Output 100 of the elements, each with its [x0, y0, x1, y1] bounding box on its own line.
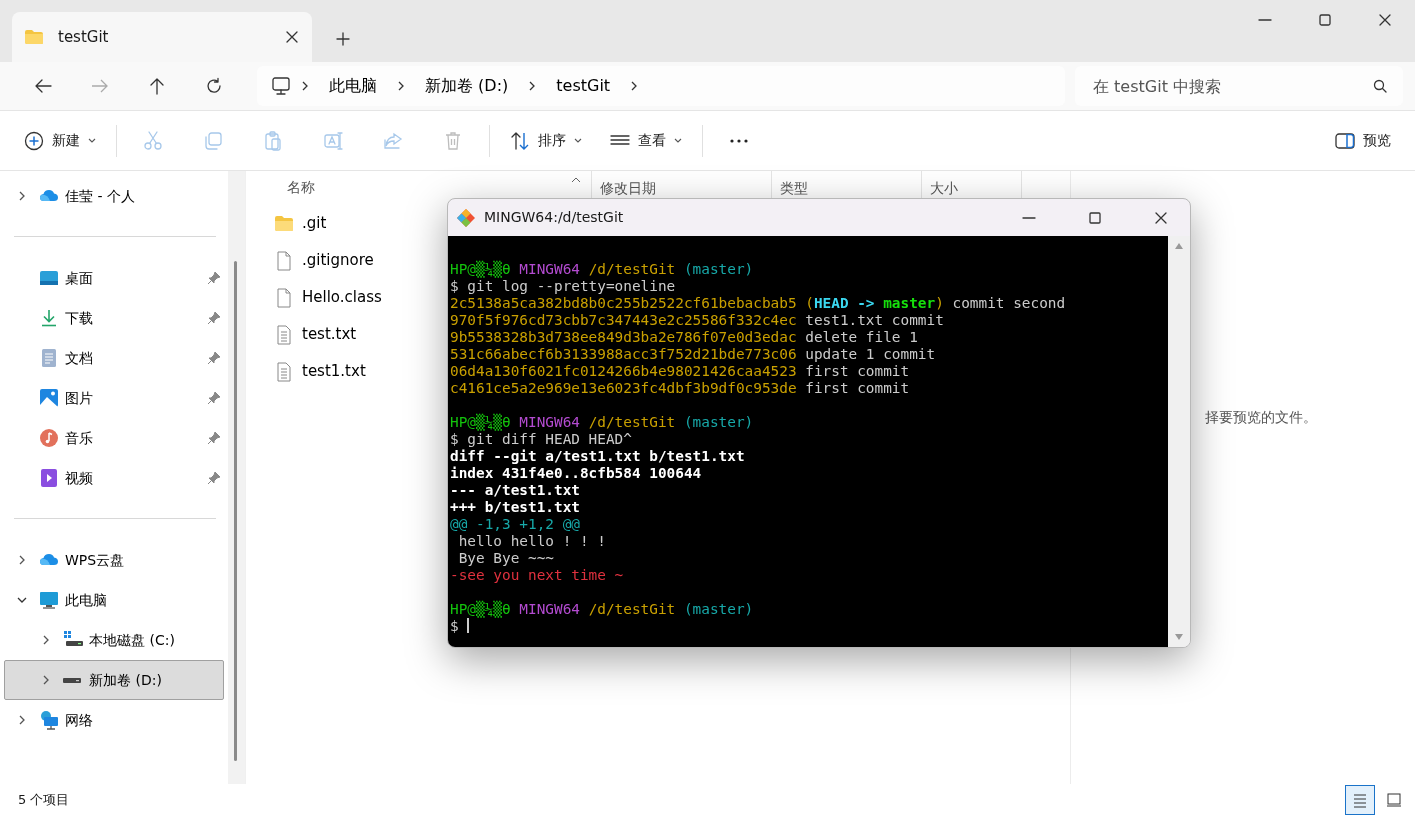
sidebar-item[interactable]: 新加卷 (D:) — [4, 660, 224, 700]
close-icon — [1154, 210, 1168, 225]
refresh-icon — [205, 77, 224, 95]
lines-icon — [1352, 792, 1368, 808]
scroll-down-icon[interactable] — [1174, 633, 1184, 641]
terminal-line: -see you next time ~ — [450, 567, 624, 584]
details-view-button[interactable] — [1345, 785, 1375, 815]
file-icon — [274, 287, 294, 308]
minimize-icon — [1258, 19, 1272, 21]
network-icon — [39, 710, 59, 730]
sort-up-icon — [571, 177, 581, 183]
sidebar-item[interactable]: 音乐 — [4, 418, 224, 458]
picture-icon — [39, 388, 59, 408]
search-field[interactable]: 在 testGit 中搜索 — [1075, 66, 1403, 106]
maximize-icon — [1318, 13, 1332, 27]
column-header[interactable]: 类型 — [780, 177, 808, 199]
diamond-logo-icon — [456, 207, 476, 228]
close-icon — [1378, 13, 1392, 27]
file-item[interactable]: .git — [246, 205, 333, 242]
column-header[interactable]: 大小 — [930, 177, 958, 199]
preview-button[interactable]: 预览 — [1321, 120, 1405, 161]
terminal-line: Bye Bye ~~~ — [457, 550, 554, 567]
terminal-line: index 431f4e0..8cfb584 100644 — [450, 465, 702, 482]
plus-circle-icon — [24, 130, 44, 151]
back-arrow-icon — [33, 77, 52, 95]
terminal-line: @@ -1,3 +1,2 @@ — [450, 516, 580, 533]
terminal-line: diff --git a/test1.txt b/test1.txt — [450, 448, 745, 465]
preview-message: 择要预览的文件。 — [1205, 408, 1317, 427]
share-icon — [383, 130, 403, 151]
new-button[interactable]: 新建 — [10, 120, 110, 161]
sidebar-item[interactable]: 本地磁盘 (C:) — [4, 620, 224, 660]
sidebar-item[interactable]: 桌面 — [4, 258, 224, 298]
window-title: MINGW64:/d/testGit — [484, 208, 625, 227]
sidebar-item[interactable]: 网络 — [4, 700, 224, 740]
video-icon — [39, 468, 59, 488]
breadcrumb[interactable]: 新加卷 (D:) — [415, 74, 519, 98]
terminal-line: $ git diff HEAD HEAD^ — [450, 431, 632, 448]
terminal-line: HP@▒¼▒θ MINGW64 /d/testGit (master) — [450, 261, 754, 278]
more-icon — [730, 138, 748, 143]
item-count: 5 个项目 — [18, 791, 70, 810]
terminal-line: $ git log --pretty=oneline — [450, 278, 676, 295]
scrollbar-thumb[interactable] — [234, 261, 237, 761]
sidebar-item[interactable]: WPS云盘 — [4, 540, 224, 580]
sidebar-item[interactable]: 图片 — [4, 378, 224, 418]
scroll-up-icon[interactable] — [1174, 242, 1184, 250]
view-button[interactable]: 查看 — [596, 120, 696, 161]
terminal-line: --- a/test1.txt — [450, 482, 580, 499]
sidebar-item[interactable]: 视频 — [4, 458, 224, 498]
sort-arrows-icon — [510, 130, 530, 151]
terminal-line: HP@▒¼▒θ MINGW64 /d/testGit (master) — [450, 601, 754, 618]
text-file-icon — [274, 324, 294, 345]
scissors-icon — [143, 130, 163, 151]
music-note-icon — [39, 428, 59, 448]
terminal-line: 06d4a130f6021fc0124266b4e98021426caa4523 first commit — [450, 363, 910, 380]
sidebar-item[interactable]: 文档 — [4, 338, 224, 378]
terminal-line: hello hello ! ! ! — [457, 533, 606, 550]
file-icon — [274, 250, 294, 271]
download-icon — [39, 308, 59, 328]
text-file-icon — [274, 361, 294, 382]
column-header[interactable]: 修改日期 — [600, 177, 656, 199]
forward-arrow-icon — [90, 77, 109, 95]
column-header[interactable]: 名称 — [287, 177, 315, 198]
preview-pane-icon — [1335, 132, 1355, 149]
file-item[interactable]: Hello.class — [246, 279, 388, 316]
terminal-line: 970f5f976cd73cbb7c347443e2c25586f332c4ec test1.txt commit — [450, 312, 944, 329]
file-item[interactable]: .gitignore — [246, 242, 380, 279]
window-icon — [1386, 792, 1402, 808]
plus-icon — [336, 32, 350, 46]
monitor-icon — [271, 76, 291, 96]
sidebar-item[interactable]: 佳莹 - 个人 — [4, 176, 224, 216]
close-icon — [286, 31, 298, 43]
file-item[interactable]: test.txt — [246, 316, 363, 353]
terminal-line: HP@▒¼▒θ MINGW64 /d/testGit (master) — [450, 414, 754, 431]
explorer-tab[interactable]: testGit — [12, 12, 312, 62]
sidebar-item[interactable]: 此电脑 — [4, 580, 224, 620]
folder-icon — [24, 29, 44, 45]
terminal-line: 2c5138a5ca382bd8b0c255b2522cf61bebacbab5 (HEAD -> master) commit second — [450, 295, 1066, 312]
address-bar[interactable]: 此电脑 新加卷 (D:) testGit — [257, 66, 1065, 106]
trash-icon — [443, 130, 463, 151]
search-icon — [1373, 79, 1387, 93]
terminal-line: +++ b/test1.txt — [450, 499, 580, 516]
rename-icon — [323, 130, 343, 151]
clipboard-icon — [263, 130, 283, 151]
sidebar-item[interactable]: 下载 — [4, 298, 224, 338]
folder-icon — [274, 213, 294, 234]
computer-icon — [39, 590, 59, 610]
breadcrumb[interactable]: 此电脑 — [319, 74, 387, 98]
file-item[interactable]: test1.txt — [246, 353, 372, 390]
desktop-icon — [39, 268, 59, 288]
copy-icon — [203, 130, 223, 151]
sort-button[interactable]: 排序 — [496, 120, 596, 161]
breadcrumb[interactable]: testGit — [546, 74, 621, 98]
drive-icon — [63, 677, 81, 683]
terminal-line: 9b5538328b3d738ee849d3ba2e786f07e0d3edac delete file 1 — [450, 329, 918, 346]
minimize-icon — [1022, 216, 1036, 219]
document-icon — [39, 348, 59, 368]
maximize-icon — [1088, 210, 1102, 225]
terminal-line: $ — [450, 618, 469, 635]
terminal-line: 531c66abecf6b3133988acc3f752d21bde773c06 update 1 commit — [450, 346, 936, 363]
tab-title: testGit — [58, 26, 110, 48]
